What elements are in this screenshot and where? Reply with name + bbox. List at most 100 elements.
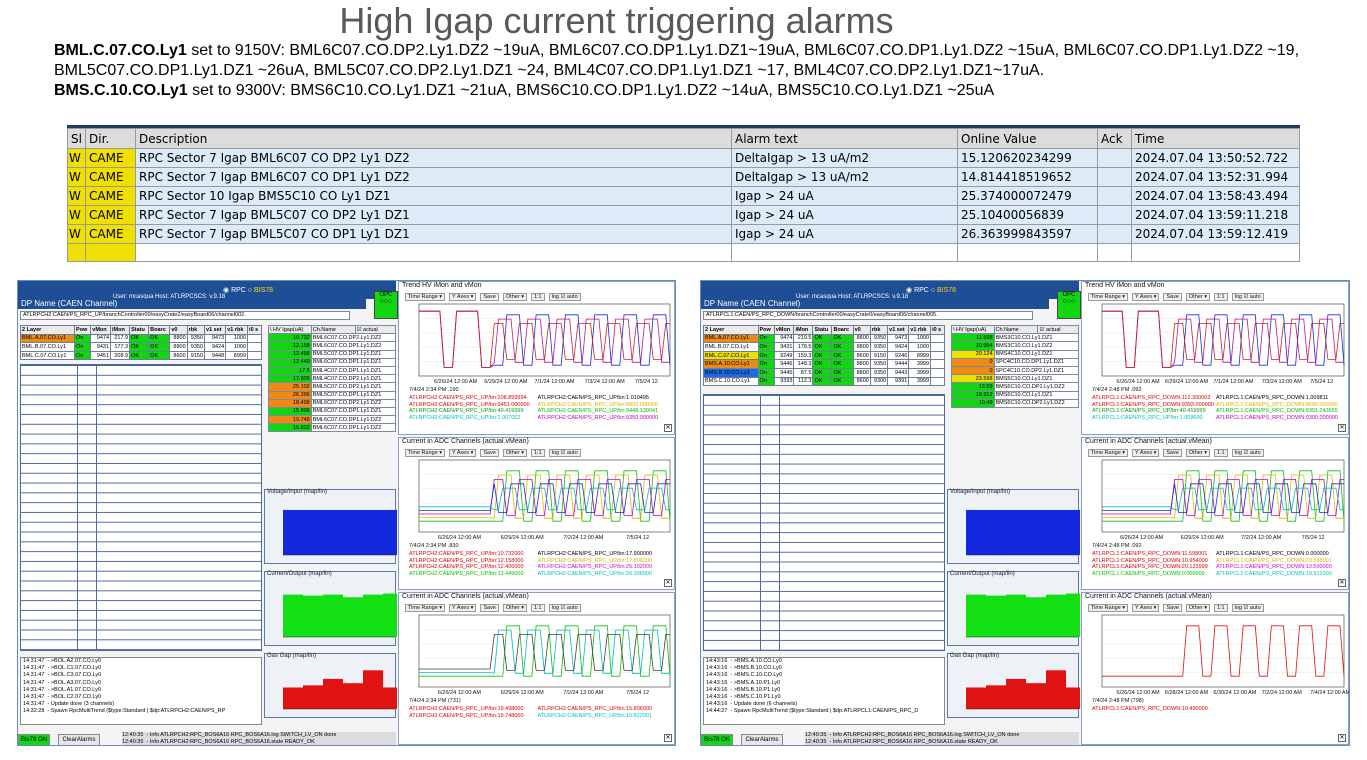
radio-bis-icon[interactable]: ○	[246, 287, 254, 294]
close-icon[interactable]: ✕	[664, 424, 672, 432]
close-icon[interactable]: ✕	[1338, 424, 1346, 432]
trend-legend-item[interactable]: ATLRPCH2:CAEN/PS_RPC_UP/bn:12.406000	[409, 564, 538, 571]
hv-col-igap[interactable]: \ HV Igap(uA)	[951, 324, 995, 335]
channel-col-header[interactable]: i0 s	[930, 325, 945, 335]
channel-col-header[interactable]: v1 set	[887, 325, 910, 335]
hv-col-actual[interactable]: ☑ actual	[1037, 324, 1079, 335]
channel-col-header[interactable]: rbk	[186, 325, 206, 335]
col-severity[interactable]: Sl	[67, 128, 86, 149]
close-icon[interactable]: ✕	[664, 579, 672, 587]
alarm-row[interactable]: W CAME RPC Sector 10 Igap BMS5C10 CO Ly1 D…	[67, 186, 1300, 206]
close-icon[interactable]: ✕	[1338, 579, 1346, 587]
hv-row[interactable]: 13.59 BMS6C10.CO.DP1.Ly1.DZ2	[951, 382, 1080, 392]
trend-legend-item[interactable]: ATLRPCL1:CAEN/PS_RPC_UP/bn:40.419999	[1092, 408, 1216, 415]
trend-legend-item[interactable]: ATLRPCL1:CAEN/PS_RPC_DOWN:20.123999	[1092, 564, 1216, 571]
channel-col-header[interactable]: v1 rbk	[908, 325, 932, 335]
hv-row[interactable]: 25.102 BML5C07.CO.DP2.Ly1.DZ1	[268, 382, 397, 392]
hv-col-actual[interactable]: ☑ actual	[354, 324, 397, 335]
col-alarm-text[interactable]: Alarm text	[731, 128, 958, 149]
channel-row[interactable]: BML.B.07.CO.Ly1 On 9431 177.3 OK OK 8800 9350 94…	[20, 342, 262, 352]
clear-alarms-button[interactable]: ClearAlarms	[58, 734, 100, 745]
channel-col-header[interactable]: rbk	[869, 325, 889, 335]
radio-rpc-icon[interactable]: ◉	[223, 287, 231, 294]
channel-col-header[interactable]: iMon	[110, 325, 131, 335]
trend-legend-item[interactable]: ATLRPCL1:CAEN/PS_RPC_UP/bn:1.008600	[1092, 415, 1216, 422]
hv-row[interactable]: 10.732 BML6C07.CO.DP2.Ly1.DZ2	[268, 333, 397, 343]
hv-row[interactable]: 0 SPC4C10.CO.DP1.Ly1.DZ1	[951, 357, 1080, 367]
hv-row[interactable]: 19.912 BMS6C10.CO.Ly1.DZ1	[951, 390, 1080, 400]
trend-legend-item[interactable]: ATLRPCH2:CAEN/PS_RPC_UP/bn:9451.000000	[409, 402, 538, 409]
trend-legend-item[interactable]: ATLRPCH2:CAEN/PS_RPC_UP/bn:25.102000	[538, 564, 667, 571]
trend-legend-item[interactable]: ATLRPCH2:CAEN/PS_RPC_UP/bn:9350.000000	[538, 415, 667, 422]
trend-legend-item[interactable]: ATLRPCL1:CAEN/PS_RPC_DOWN:9391.243655	[1216, 408, 1340, 415]
trend-legend-item[interactable]: ATLRPCL1:CAEN/PS_RPC_DOWN:0.000000	[1092, 571, 1216, 578]
alarm-row[interactable]: W CAME RPC Sector 7 Igap BML5C07 CO DP1 Ly…	[67, 224, 1300, 244]
col-online-value[interactable]: Online Value	[957, 128, 1098, 149]
hv-row[interactable]: 12.498 BML5C07.CO.DP1.Ly1.DZ1	[268, 349, 397, 359]
trend-legend-item[interactable]: ATLRPCH2:CAEN/PS_RPC_UP/bn:9448.130041	[538, 408, 667, 415]
close-icon[interactable]: ✕	[664, 734, 672, 742]
hv-row[interactable]: 19.748 BML6C07.CO.DP1.Ly1.DZ2	[268, 415, 397, 425]
trend-legend-item[interactable]: ATLRPCH2:CAEN/PS_RPC_UP/bn:19.748000	[409, 713, 538, 720]
channel-row[interactable]: BML.A.07.CO.Ly1 On 9474 217.9 OK OK 8800 9350 94…	[20, 333, 262, 344]
channel-row[interactable]: BML.C.07.CO.Ly1 On 9451 208.9 OK OK 8600 9150 94…	[20, 350, 262, 361]
trend-legend-item[interactable]: ATLRPCL1:CAEN/PS_RPC_DOWN:9300.000000	[1216, 415, 1340, 422]
trend-legend-item[interactable]: ATLRPCH2:CAEN/PS_RPC_UP/bn:40.419999	[409, 408, 538, 415]
channel-col-header[interactable]: Statu	[129, 325, 150, 335]
trend-legend-item[interactable]: ATLRPCL1:CAEN/PS_RPC_DOWN:11.598001	[1092, 551, 1216, 558]
trend-legend-item[interactable]: ATLRPCH2:CAEN/PS_RPC_UP/bn:17.806000	[538, 558, 667, 565]
channel-col-header[interactable]: i0 s	[247, 325, 262, 335]
bis78-button[interactable]: BIs78 ON	[18, 734, 50, 745]
close-icon[interactable]: ✕	[1338, 734, 1346, 742]
channel-col-header[interactable]: v1 set	[204, 325, 227, 335]
hv-row[interactable]: 26.396 BML5C07.CO.DP1.Ly1.DZ1	[268, 390, 397, 400]
hv-row[interactable]: 17.6 BML4C07.CO.DP1.Ly1.DZ1	[268, 365, 397, 376]
col-time[interactable]: Time	[1131, 128, 1300, 149]
col-ack[interactable]: Ack	[1097, 128, 1132, 149]
hv-row[interactable]: 15.822 BML6C07.CO.DP1.Ly1.DZ2	[268, 423, 397, 433]
hv-col-igap[interactable]: \ HV Igap(uA)	[268, 324, 312, 335]
hv-row[interactable]: 11.598 BMS3C10.CO.Ly1.DZ1	[951, 333, 1080, 343]
trend-legend-item[interactable]: ATLRPCL1:CAEN/PS_RPC_DOWN:112.300003	[1092, 395, 1216, 402]
trend-legend-item[interactable]: ATLRPCH2:CAEN/PS_RPC_UP/bn:15.822001	[538, 713, 667, 720]
hv-col-name[interactable]: Ch.Name	[993, 324, 1039, 335]
trend-legend-item[interactable]: ATLRPCL1:CAEN/PS_RPC_DOWN:10.490000	[1092, 706, 1216, 713]
message-log[interactable]: 14:31:47 - >BOL.A2.07.CO.Ly0 14:31:47 - >…	[20, 657, 262, 725]
trend-legend-item[interactable]: ATLRPCL1:CAEN/PS_RPC_DOWN:10.954000	[1092, 558, 1216, 565]
trend-legend-item[interactable]: ATLRPCH2:CAEN/PS_RPC_UP/bn:19.498000	[409, 706, 538, 713]
channel-row[interactable]: BMS.B.10.CO.Ly1 On 9445 87.5 OK OK 8800 9350 944…	[703, 367, 945, 378]
clear-alarms-button[interactable]: ClearAlarms	[741, 734, 783, 745]
hv-row[interactable]: 12.158 BML6C07.CO.DP1.Ly1.DZ2	[268, 341, 397, 351]
trend-legend-item[interactable]: ATLRPCH2:CAEN/PS_RPC_UP/bn:8800.000000	[538, 402, 667, 409]
trend-legend-item[interactable]: ATLRPCL1:CAEN/PS_RPC_DOWN:19.912000	[1216, 571, 1340, 578]
channel-col-header[interactable]: Statu	[812, 325, 833, 335]
hv-col-name[interactable]: Ch.Name	[310, 324, 356, 335]
col-description[interactable]: Description	[135, 128, 732, 149]
channel-col-header[interactable]: vMon	[773, 325, 795, 335]
channel-col-header[interactable]: Pow	[73, 325, 92, 335]
trend-legend-item[interactable]: ATLRPCL1:CAEN/PS_RPC_DOWN:0.000000	[1216, 551, 1340, 558]
trend-legend-item[interactable]: ATLRPCL1:CAEN/PS_RPC_DOWN:9393.000000	[1092, 402, 1216, 409]
trend-legend-item[interactable]: ATLRPCL1:CAEN/PS_RPC_DOWN:13.590000	[1216, 564, 1340, 571]
trend-legend-item[interactable]: ATLRPCL1:CAEN/PS_RPC_DOWN:1.009811	[1216, 395, 1340, 402]
channel-row[interactable]: BMS.A.10.CO.Ly1 On 9446 148.3 OK OK 8800 9350 94…	[703, 359, 945, 369]
channel-col-header[interactable]: v1 rbk	[225, 325, 249, 335]
rpc-bis-radio[interactable]: ◉ RPC ○ BIS78	[906, 286, 956, 294]
channel-col-header[interactable]: vMon	[90, 325, 112, 335]
trend-legend-item[interactable]: ATLRPCH2:CAEN/PS_RPC_UP/bn:15.806000	[538, 706, 667, 713]
trend-legend-item[interactable]: ATLRPCL1:CAEN/PS_RPC_DOWN:8600.000000	[1216, 402, 1340, 409]
trend-legend-item[interactable]: ATLRPCH2:CAEN/PS_RPC_UP/bn:12.158000	[409, 558, 538, 565]
bis78-button[interactable]: BIs78 OK	[701, 734, 733, 745]
hv-row[interactable]: 12.449 BML6C07.CO.DP1.Ly1.DZ1	[268, 357, 397, 367]
alarm-row[interactable]: W CAME RPC Sector 7 Igap BML5C07 CO DP2 Ly…	[67, 205, 1300, 225]
hv-row[interactable]: 0 SPC4C10.CO.DP2.Ly1.DZ1	[951, 365, 1080, 376]
channel-col-header[interactable]: Boarc	[831, 325, 854, 335]
trend-legend-item[interactable]: ATLRPCH2:CAEN/PS_RPC_UP/bn:26.396000	[538, 571, 667, 578]
dp-name-input[interactable]: ATLRPCH2:CAEN/PS_RPC_UP/branchController…	[20, 311, 350, 320]
channel-col-header[interactable]: iMon	[793, 325, 814, 335]
hv-row[interactable]: 10.49 BMS6C10.CO.DP2.Ly1.DZ2	[951, 398, 1080, 408]
hv-row[interactable]: 18.498 BML6C07.CO.DP2.Ly1.DZ2	[268, 398, 397, 408]
hv-row[interactable]: 15.806 BML6C07.CO.DP1.Ly1.DZ1	[268, 406, 397, 417]
channel-col-header[interactable]: Pow	[757, 325, 775, 335]
hv-row[interactable]: 17.806 BML4C07.CO.DP2.Ly1.DZ1	[268, 374, 397, 384]
